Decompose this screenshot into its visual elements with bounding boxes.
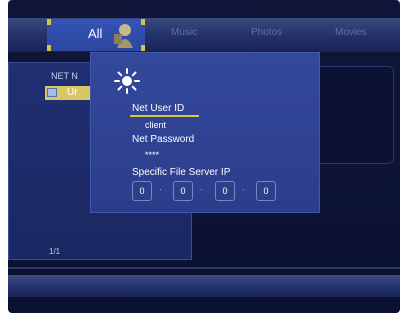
server-ip-input: 0 · 0 · 0 · 0: [132, 181, 292, 201]
server-ip-label[interactable]: Specific File Server IP: [132, 167, 230, 178]
gear-sun-icon: [114, 68, 140, 94]
tab-corner-marker: [47, 45, 51, 51]
browser-header: NET N: [51, 71, 78, 81]
ip-octet-field[interactable]: 0: [215, 181, 235, 201]
ip-separator: ·: [200, 184, 203, 194]
tab-all[interactable]: All: [47, 19, 145, 51]
divider: [8, 267, 400, 269]
list-item-label: Ur: [67, 87, 78, 98]
network-login-dialog: Net User ID client Net Password **** Spe…: [90, 52, 320, 213]
ip-octet-field[interactable]: 0: [256, 181, 276, 201]
ip-separator: ·: [159, 184, 162, 194]
main-panel: All Music Photos Movies NET N Ur 1/1 Net…: [8, 0, 400, 313]
media-library-icon: [114, 24, 133, 48]
tab-corner-marker: [47, 19, 51, 25]
preview-pane: [314, 66, 394, 164]
tab-music[interactable]: Music: [171, 27, 197, 38]
net-password-label[interactable]: Net Password: [132, 134, 194, 145]
tab-photos[interactable]: Photos: [251, 27, 282, 38]
focus-underline: [130, 115, 199, 117]
bottom-bar: [8, 275, 400, 297]
tab-movies[interactable]: Movies: [335, 27, 367, 38]
folder-icon: [47, 88, 57, 97]
ip-separator: ·: [242, 184, 245, 194]
net-password-field[interactable]: ****: [145, 150, 159, 160]
tab-corner-marker: [141, 45, 145, 51]
page-indicator: 1/1: [49, 247, 61, 256]
media-player-screen: All Music Photos Movies NET N Ur 1/1 Net…: [0, 0, 401, 315]
net-user-id-label[interactable]: Net User ID: [132, 103, 184, 114]
tab-corner-marker: [141, 19, 145, 25]
ip-octet-field[interactable]: 0: [132, 181, 152, 201]
net-user-id-field[interactable]: client: [145, 120, 166, 130]
ip-octet-field[interactable]: 0: [173, 181, 193, 201]
list-item-selected[interactable]: Ur: [45, 86, 93, 100]
tab-all-label: All: [88, 26, 103, 41]
